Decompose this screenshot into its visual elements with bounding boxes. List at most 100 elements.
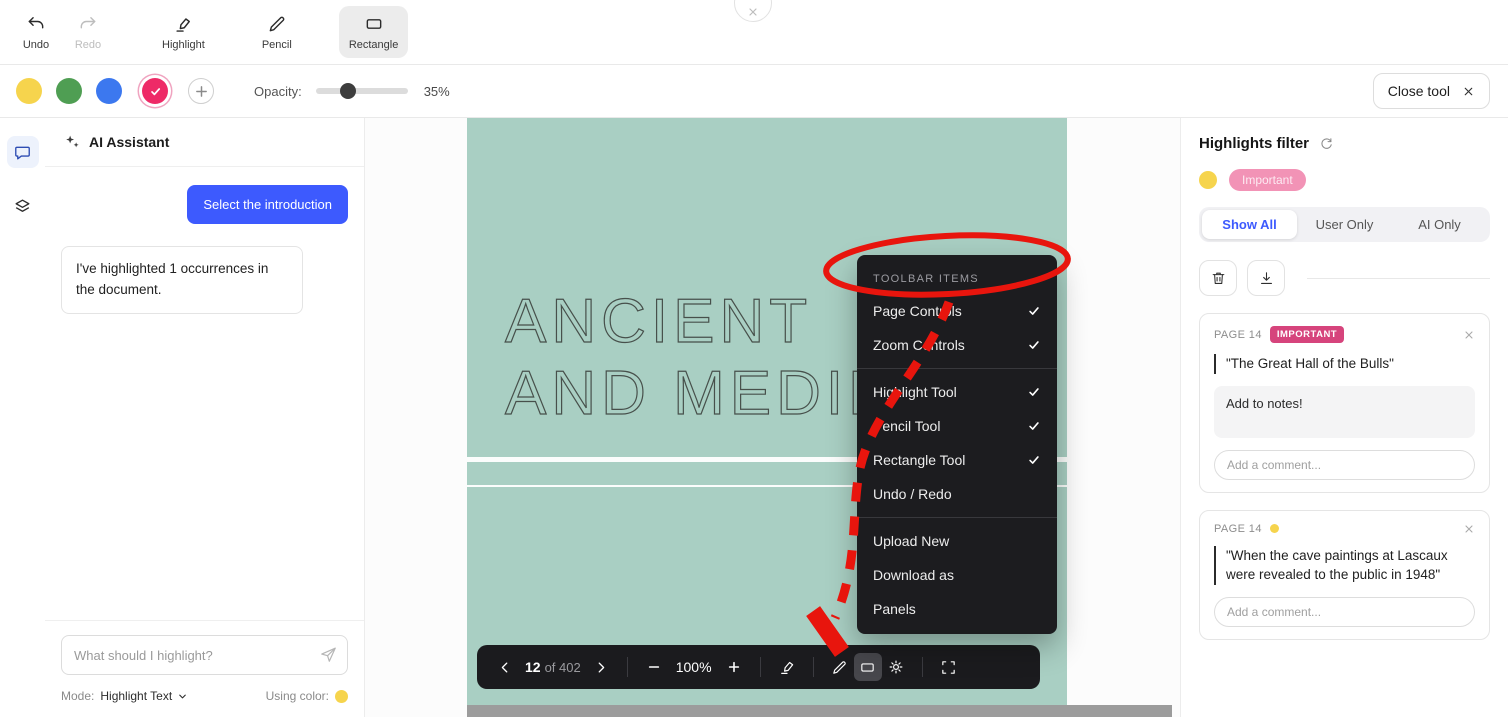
zoom-in-button[interactable] <box>720 653 748 681</box>
rectangle-label: Rectangle <box>349 39 399 51</box>
delete-highlights-button[interactable] <box>1199 260 1237 296</box>
close-tool-button[interactable]: Close tool <box>1373 73 1490 109</box>
viewer-background-strip <box>467 705 1172 717</box>
add-color-button[interactable] <box>188 78 214 104</box>
chevron-right-icon <box>593 660 608 675</box>
menu-separator <box>857 368 1057 369</box>
highlight-label: Highlight <box>162 39 205 51</box>
undo-button[interactable]: Undo <box>10 6 62 58</box>
menu-item-download-as[interactable]: Download as <box>857 558 1057 592</box>
collapse-toolbar-button[interactable] <box>734 0 772 22</box>
pencil-icon <box>267 13 287 35</box>
next-page-button[interactable] <box>587 653 615 681</box>
zoom-out-button[interactable] <box>640 653 668 681</box>
menu-item-label: Zoom Controls <box>873 337 965 353</box>
document-viewer: ANCIENT AND MEDIEVAL 12 of 402 <box>365 118 1180 717</box>
undo-icon <box>26 13 46 35</box>
opacity-slider-thumb[interactable] <box>340 83 356 99</box>
viewer-rectangle-tool-button[interactable] <box>854 653 882 681</box>
trash-icon <box>1210 270 1227 287</box>
pencil-tool-button[interactable]: Pencil <box>251 6 303 58</box>
color-swatch-green[interactable] <box>56 78 82 104</box>
menu-item-undo-redo[interactable]: Undo / Redo <box>857 477 1057 511</box>
pencil-icon <box>831 659 848 676</box>
redo-button[interactable]: Redo <box>62 6 114 58</box>
menu-item-upload-new[interactable]: Upload New <box>857 524 1057 558</box>
fullscreen-icon <box>940 659 957 676</box>
gear-icon <box>887 658 905 676</box>
remove-highlight-button[interactable] <box>1463 523 1475 535</box>
filter-badge-important[interactable]: Important <box>1229 169 1306 191</box>
check-icon <box>1027 304 1041 318</box>
highlight-quote: "The Great Hall of the Bulls" <box>1214 354 1475 374</box>
panel-divider <box>1307 278 1490 279</box>
ai-assistant-header: AI Assistant <box>45 118 364 167</box>
ai-suggestion-button[interactable]: Select the introduction <box>187 185 348 224</box>
reset-filter-button[interactable] <box>1319 136 1334 151</box>
tool-options-bar: Opacity: 35% Close tool <box>0 65 1508 118</box>
mode-label: Mode: <box>61 689 94 703</box>
close-tool-label: Close tool <box>1388 83 1450 99</box>
viewer-pencil-tool-button[interactable] <box>826 653 854 681</box>
color-swatch-blue[interactable] <box>96 78 122 104</box>
menu-item-label: Page Controls <box>873 303 962 319</box>
menu-item-rectangle-tool[interactable]: Rectangle Tool <box>857 443 1057 477</box>
mode-select[interactable]: Highlight Text <box>100 689 188 703</box>
tab-ai-only[interactable]: AI Only <box>1392 210 1487 239</box>
check-icon <box>1027 338 1041 352</box>
page-number[interactable]: 12 <box>525 659 541 675</box>
undo-label: Undo <box>23 39 49 51</box>
viewer-highlight-tool-button[interactable] <box>773 653 801 681</box>
ai-conversation: Select the introduction I've highlighted… <box>45 167 364 332</box>
highlight-tool-button[interactable]: Highlight <box>152 6 215 58</box>
comments-panel-button[interactable] <box>7 136 39 168</box>
menu-item-zoom-controls[interactable]: Zoom Controls <box>857 328 1057 362</box>
tab-show-all[interactable]: Show All <box>1202 210 1297 239</box>
tab-user-only[interactable]: User Only <box>1297 210 1392 239</box>
left-rail <box>0 118 45 717</box>
layers-panel-button[interactable] <box>7 190 39 222</box>
comment-input[interactable] <box>1214 450 1475 480</box>
menu-item-panels[interactable]: Panels <box>857 592 1057 626</box>
highlight-query-input[interactable] <box>61 635 348 675</box>
toolbar-divider <box>813 657 814 677</box>
highlighter-icon <box>778 658 796 676</box>
sparkle-icon <box>63 133 81 151</box>
ai-assistant-title: AI Assistant <box>89 134 169 150</box>
opacity-slider[interactable] <box>316 83 408 99</box>
ai-input-area: Mode: Highlight Text Using color: <box>45 620 364 717</box>
send-button[interactable] <box>319 645 338 664</box>
previous-page-button[interactable] <box>491 653 519 681</box>
rectangle-icon <box>859 659 876 676</box>
comment-input[interactable] <box>1214 597 1475 627</box>
rectangle-tool-button[interactable]: Rectangle <box>339 6 409 58</box>
color-swatch-pink-selected[interactable] <box>142 78 168 104</box>
opacity-value: 35% <box>424 84 450 99</box>
menu-item-pencil-tool[interactable]: Pencil Tool <box>857 409 1057 443</box>
menu-item-label: Highlight Tool <box>873 384 957 400</box>
fullscreen-button[interactable] <box>935 653 963 681</box>
menu-item-label: Pencil Tool <box>873 418 940 434</box>
menu-item-page-controls[interactable]: Page Controls <box>857 294 1057 328</box>
remove-highlight-button[interactable] <box>1463 329 1475 341</box>
color-swatch-yellow[interactable] <box>16 78 42 104</box>
highlights-panel: Highlights filter Important Show All Use… <box>1180 118 1508 717</box>
highlight-note[interactable]: Add to notes! <box>1214 386 1475 438</box>
opacity-slider-track <box>316 88 408 94</box>
highlight-card: PAGE 14 "When the cave paintings at Lasc… <box>1199 510 1490 640</box>
toolbar-items-menu: TOOLBAR ITEMS Page Controls Zoom Control… <box>857 255 1057 634</box>
menu-item-label: Panels <box>873 601 916 617</box>
viewer-settings-button[interactable] <box>882 653 910 681</box>
page-total: of 402 <box>545 660 581 675</box>
download-highlights-button[interactable] <box>1247 260 1285 296</box>
opacity-label: Opacity: <box>254 84 302 99</box>
pdf-annotator-app: Undo Redo Highlight Pencil Rectangle <box>0 0 1508 717</box>
highlighter-icon <box>173 13 193 35</box>
zoom-level: 100% <box>676 659 712 675</box>
menu-item-label: Rectangle Tool <box>873 452 965 468</box>
close-icon <box>1462 85 1475 98</box>
check-icon <box>1027 385 1041 399</box>
filter-color-yellow[interactable] <box>1199 171 1217 189</box>
menu-item-highlight-tool[interactable]: Highlight Tool <box>857 375 1057 409</box>
pencil-label: Pencil <box>262 39 292 51</box>
